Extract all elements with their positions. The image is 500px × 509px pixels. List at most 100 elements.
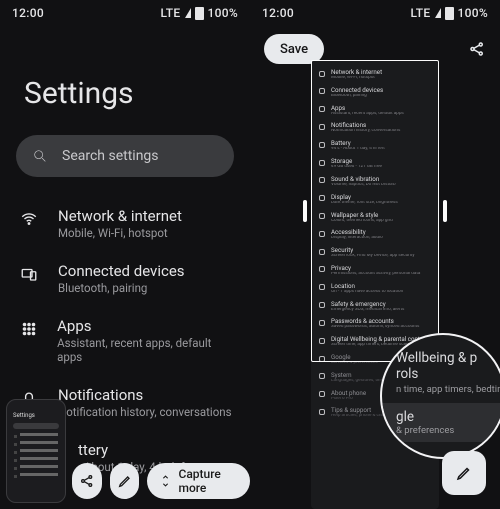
mini-title: Apps bbox=[331, 105, 431, 112]
mini-icon bbox=[319, 284, 325, 290]
screenshot-toolbar: Capture more bbox=[72, 463, 250, 499]
mini-icon bbox=[319, 373, 325, 379]
mini-icon bbox=[319, 88, 325, 94]
mini-sub: Mobile, Wi-Fi, hotspot bbox=[331, 76, 431, 81]
mini-row: LocationOn - 7 apps have access to locat… bbox=[317, 280, 433, 298]
row-sub: Mobile, Wi-Fi, hotspot bbox=[58, 226, 182, 240]
phone-left: 12:00 LTE 100% Settings Search settings … bbox=[0, 0, 250, 509]
mini-title: Passwords & accounts bbox=[331, 318, 431, 325]
mini-row: Battery94% - About 1 day, 4 hr left bbox=[317, 137, 433, 155]
mini-row: DisplayDark theme, font size, brightness bbox=[317, 191, 433, 209]
mini-sub: Emergency SOS, medical info, alerts bbox=[331, 308, 431, 313]
row-title: Notifications bbox=[58, 386, 232, 404]
mini-row: Safety & emergencyEmergency SOS, medical… bbox=[317, 298, 433, 316]
mini-title: Storage bbox=[331, 158, 431, 165]
mini-icon bbox=[319, 302, 325, 308]
mini-title: Location bbox=[331, 283, 431, 290]
lens-line2: rols bbox=[396, 366, 500, 382]
signal-icon bbox=[435, 8, 441, 18]
capture-more-button[interactable]: Capture more bbox=[147, 463, 250, 499]
mini-title: Safety & emergency bbox=[331, 301, 431, 308]
save-label: Save bbox=[280, 42, 308, 57]
share-icon bbox=[79, 473, 95, 489]
mini-row: Wallpaper & styleColors, themed icons, a… bbox=[317, 209, 433, 227]
mini-title: Connected devices bbox=[331, 87, 431, 94]
row-apps[interactable]: AppsAssistant, recent apps, default apps bbox=[4, 307, 246, 376]
mini-row: PrivacyPermissions, account activity, pe… bbox=[317, 262, 433, 280]
row-sub: Notification history, conversations bbox=[58, 405, 232, 419]
status-time: 12:00 bbox=[12, 6, 44, 20]
mini-title: Wallpaper & style bbox=[331, 212, 431, 219]
mini-icon bbox=[319, 142, 325, 148]
row-title: Apps bbox=[57, 317, 232, 335]
mini-sub: Assistant, recent apps, default apps bbox=[331, 112, 431, 117]
mini-row: NotificationsNotification history, conve… bbox=[317, 119, 433, 137]
row-title: Network & internet bbox=[58, 207, 182, 225]
capture-more-label: Capture more bbox=[179, 467, 239, 495]
mini-sub: Permissions, account activity, personal … bbox=[331, 272, 431, 277]
devices-icon bbox=[20, 265, 38, 283]
scroll-preview: Network & internetMobile, Wi-Fi, hotspot… bbox=[250, 60, 500, 509]
mini-sub: Screen lock, Find My Device, app securit… bbox=[331, 254, 431, 259]
search-bar[interactable]: Search settings bbox=[16, 135, 234, 177]
mini-icon bbox=[319, 177, 325, 183]
row-connected[interactable]: Connected devicesBluetooth, pairing bbox=[4, 252, 246, 307]
row-sub: Bluetooth, pairing bbox=[58, 281, 185, 295]
status-time: 12:00 bbox=[262, 6, 294, 20]
mini-row: Storage49 GB used - 121 GB free bbox=[317, 155, 433, 173]
mini-icon bbox=[319, 124, 325, 130]
status-battery: 100% bbox=[208, 6, 239, 20]
lens-band1: gle bbox=[396, 409, 500, 425]
lens-line1: Wellbeing & p bbox=[396, 350, 500, 366]
status-lte: LTE bbox=[410, 6, 430, 20]
pencil-icon bbox=[117, 473, 133, 489]
mini-sub: Saved passwords, autofill, synced accoun… bbox=[331, 325, 431, 330]
mini-title: Security bbox=[331, 247, 431, 254]
screenshot-thumbnail[interactable]: Settings bbox=[6, 399, 66, 503]
expand-icon bbox=[159, 473, 172, 489]
mini-sub: Notification history, conversations bbox=[331, 129, 431, 134]
status-battery: 100% bbox=[458, 6, 489, 20]
mini-row: AccessibilityDisplay, interaction, audio bbox=[317, 226, 433, 244]
lens-sub: n time, app timers, bedtim bbox=[396, 384, 500, 395]
mini-icon bbox=[319, 338, 325, 344]
share-icon[interactable] bbox=[468, 40, 486, 58]
status-lte: LTE bbox=[160, 6, 180, 20]
mini-sub: Volume, haptics, Do Not Disturb bbox=[331, 183, 431, 188]
edit-fab[interactable] bbox=[442, 451, 486, 495]
mini-sub: Display, interaction, audio bbox=[331, 236, 431, 241]
mini-icon bbox=[319, 160, 325, 166]
edit-button[interactable] bbox=[110, 463, 140, 499]
mini-title: Battery bbox=[331, 140, 431, 147]
wifi-icon bbox=[20, 210, 38, 228]
mini-sub: Colors, themed icons, app grid bbox=[331, 219, 431, 224]
mini-title: Display bbox=[331, 194, 431, 201]
mini-title: Notifications bbox=[331, 122, 431, 129]
share-button[interactable] bbox=[72, 463, 102, 499]
mini-row: AppsAssistant, recent apps, default apps bbox=[317, 102, 433, 120]
row-sub: Assistant, recent apps, default apps bbox=[57, 336, 232, 364]
row-network[interactable]: Network & internetMobile, Wi-Fi, hotspot bbox=[4, 197, 246, 252]
status-bar: 12:00 LTE 100% bbox=[0, 0, 250, 26]
apps-icon bbox=[20, 320, 38, 338]
battery-icon bbox=[445, 7, 454, 20]
status-right: LTE 100% bbox=[410, 6, 488, 20]
signal-icon bbox=[185, 8, 191, 18]
pencil-icon bbox=[455, 464, 473, 482]
phone-right: 12:00 LTE 100% Save Network & internetMo… bbox=[250, 0, 500, 509]
mini-row: Sound & vibrationVolume, haptics, Do Not… bbox=[317, 173, 433, 191]
mini-icon bbox=[319, 213, 325, 219]
lens-band2: & preferences bbox=[396, 425, 500, 436]
mini-icon bbox=[319, 249, 325, 255]
status-bar: 12:00 LTE 100% bbox=[250, 0, 500, 26]
mini-icon bbox=[319, 106, 325, 112]
mini-icon bbox=[319, 195, 325, 201]
page-title: Settings bbox=[0, 26, 250, 135]
mini-row: Network & internetMobile, Wi-Fi, hotspot bbox=[317, 66, 433, 84]
mini-sub: Bluetooth, pairing bbox=[331, 94, 431, 99]
row-title: Connected devices bbox=[58, 262, 185, 280]
mini-icon bbox=[319, 356, 325, 362]
search-placeholder: Search settings bbox=[62, 148, 159, 164]
mini-sub: Dark theme, font size, brightness bbox=[331, 201, 431, 206]
mini-title: Accessibility bbox=[331, 229, 431, 236]
